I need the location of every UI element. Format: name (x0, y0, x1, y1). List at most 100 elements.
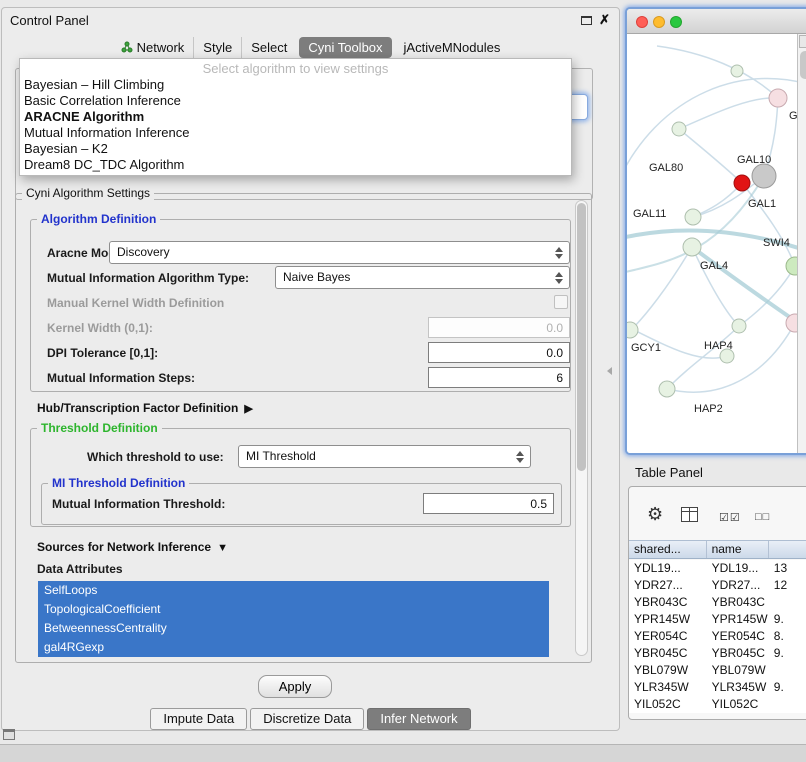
network-node-gal10[interactable] (752, 164, 776, 188)
close-traffic-light[interactable] (636, 16, 648, 28)
tab-cyni-toolbox[interactable]: Cyni Toolbox (299, 37, 391, 58)
cell[interactable]: YPR145W (629, 611, 707, 628)
attribute-item[interactable]: BetweennessCentrality (38, 619, 549, 638)
table-row[interactable]: YER054CYER054C8. (629, 628, 806, 645)
zoom-traffic-light[interactable] (670, 16, 682, 28)
network-window-titlebar (627, 9, 806, 34)
table-row[interactable]: YBR045CYBR045C9. (629, 645, 806, 662)
table-row[interactable]: YDL19...YDL19...13 (629, 560, 806, 577)
column-header-name[interactable]: name (707, 541, 769, 558)
tab-select[interactable]: Select (241, 37, 296, 58)
cell[interactable]: YPR145W (707, 611, 769, 628)
cell[interactable]: YIL052C (707, 696, 769, 713)
mi-steps-field[interactable] (428, 367, 570, 388)
node-label: GAL1 (748, 198, 776, 210)
columns-icon[interactable] (681, 507, 698, 522)
cell[interactable]: YER054C (707, 628, 769, 645)
mi-threshold-field[interactable] (423, 493, 554, 514)
network-scrollbar[interactable] (797, 34, 806, 453)
dpi-tolerance-field[interactable] (428, 342, 570, 363)
network-node[interactable] (732, 319, 746, 333)
tab-jactivemnodules[interactable]: jActiveMNodules (395, 37, 510, 58)
network-scrollbar-thumb[interactable] (800, 51, 806, 79)
cell[interactable]: 9. (769, 679, 806, 696)
table-row[interactable]: YPR145WYPR145W9. (629, 611, 806, 628)
settings-scrollbar-thumb[interactable] (577, 203, 586, 471)
cell[interactable]: YDL19... (707, 560, 769, 577)
cell[interactable]: YLR345W (707, 679, 769, 696)
network-node-gal4[interactable] (683, 238, 701, 256)
cell[interactable]: 13 (769, 560, 806, 577)
table-row[interactable]: YBR043CYBR043C (629, 594, 806, 611)
network-node[interactable] (672, 122, 686, 136)
hub-definition-toggle[interactable]: Hub/Transcription Factor Definition▶ (37, 401, 253, 415)
network-node[interactable] (731, 65, 743, 77)
cell[interactable]: YBR045C (707, 645, 769, 662)
sources-toggle[interactable]: Sources for Network Inference▼ (37, 540, 228, 554)
column-header-partial[interactable] (769, 541, 806, 558)
close-icon[interactable]: ✗ (599, 12, 610, 28)
table-row[interactable]: YDR27...YDR27...12 (629, 577, 806, 594)
cell[interactable]: 12 (769, 577, 806, 594)
algorithm-definition-group: Algorithm Definition Aracne Mode: Discov… (30, 219, 571, 392)
deselect-all-icon[interactable]: □□ (755, 511, 770, 523)
cell[interactable]: 8. (769, 628, 806, 645)
column-header-shared-name[interactable]: shared... (629, 541, 707, 558)
cell[interactable] (769, 662, 806, 679)
settings-scrollbar[interactable] (575, 200, 588, 656)
network-scrollbar-button[interactable] (799, 35, 806, 48)
cell[interactable]: YDR27... (707, 577, 769, 594)
cell[interactable]: YLR345W (629, 679, 707, 696)
table-row[interactable]: YBL079WYBL079W (629, 662, 806, 679)
tab-discretize-data[interactable]: Discretize Data (250, 708, 364, 730)
tab-style[interactable]: Style (193, 37, 241, 58)
control-panel-window: Control Panel ✗ Network Style Select Cyn… (1, 7, 620, 731)
minimize-traffic-light[interactable] (653, 16, 665, 28)
cell[interactable]: YBR045C (629, 645, 707, 662)
cell[interactable] (769, 696, 806, 713)
table-row[interactable]: YLR345WYLR345W9. (629, 679, 806, 696)
cell[interactable]: YIL052C (629, 696, 707, 713)
algorithm-definition-title: Algorithm Definition (37, 212, 160, 226)
network-node-hap2[interactable] (659, 381, 675, 397)
network-node-gcy1[interactable] (627, 322, 638, 338)
algorithm-option-selected[interactable]: ARACNE Algorithm (20, 109, 571, 125)
algorithm-option[interactable]: Dream8 DC_TDC Algorithm (20, 157, 571, 173)
select-all-icon[interactable]: ☑☑ (719, 511, 741, 524)
cell[interactable]: YBL079W (629, 662, 707, 679)
cell[interactable]: YBL079W (707, 662, 769, 679)
algorithm-option[interactable]: Mutual Information Inference (20, 125, 571, 141)
algorithm-option[interactable]: Bayesian – K2 (20, 141, 571, 157)
tab-impute-data[interactable]: Impute Data (150, 708, 247, 730)
cell[interactable]: YDR27... (629, 577, 707, 594)
cell[interactable]: 9. (769, 645, 806, 662)
cell[interactable]: YDL19... (629, 560, 707, 577)
network-node-selected[interactable] (734, 175, 750, 191)
network-node[interactable] (769, 89, 787, 107)
mi-type-combo[interactable]: Naive Bayes (275, 266, 570, 289)
attribute-item[interactable]: SelfLoops (38, 581, 549, 600)
tab-network[interactable]: Network (112, 37, 194, 58)
cell[interactable]: YER054C (629, 628, 707, 645)
network-node[interactable] (685, 209, 701, 225)
apply-button[interactable]: Apply (258, 675, 332, 698)
data-attributes-label: Data Attributes (37, 562, 123, 576)
cell[interactable]: YBR043C (629, 594, 707, 611)
cell[interactable]: YBR043C (707, 594, 769, 611)
tab-infer-network[interactable]: Infer Network (367, 708, 470, 730)
attribute-item[interactable]: gal4RGexp (38, 638, 549, 657)
aracne-mode-combo[interactable]: Discovery (109, 241, 570, 264)
table-body: YDL19...YDL19...13 YDR27...YDR27...12 YB… (629, 560, 806, 713)
float-window-icon[interactable] (581, 16, 592, 25)
cell[interactable]: 9. (769, 611, 806, 628)
network-canvas[interactable]: GAL80 GAL11 GAL10 GAL1 SWI4 GAL4 GCY1 HA… (627, 34, 806, 453)
cell[interactable] (769, 594, 806, 611)
attribute-item[interactable]: TopologicalCoefficient (38, 600, 549, 619)
split-pane-handle[interactable] (607, 367, 612, 375)
which-threshold-combo[interactable]: MI Threshold (238, 445, 531, 468)
gear-icon[interactable]: ⚙ (647, 504, 663, 525)
table-row[interactable]: YIL052CYIL052C (629, 696, 806, 713)
algorithm-option[interactable]: Bayesian – Hill Climbing (20, 77, 571, 93)
panel-toggle-icon[interactable] (3, 729, 15, 740)
algorithm-option[interactable]: Basic Correlation Inference (20, 93, 571, 109)
